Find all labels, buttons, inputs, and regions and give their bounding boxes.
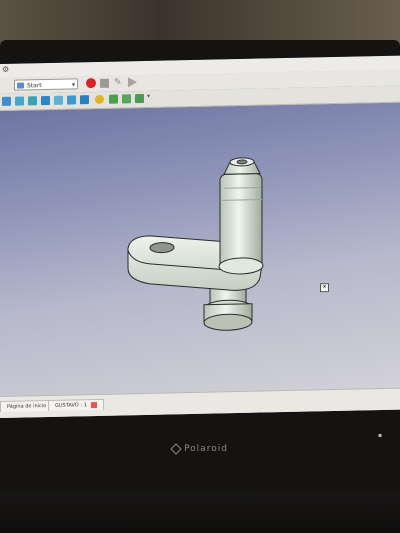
tab-document[interactable]: GUSTAVO : 1 xyxy=(48,398,105,411)
monitor-brand: Polaroid xyxy=(0,442,400,455)
toolbar-overflow-icon[interactable]: ▾ xyxy=(147,93,150,100)
edit-macro-icon[interactable]: ✎ xyxy=(114,77,124,87)
view-bottom-icon[interactable] xyxy=(67,95,76,105)
chevron-down-icon: ▾ xyxy=(71,81,75,89)
desk-surface xyxy=(0,492,400,533)
measure-icon[interactable] xyxy=(95,94,104,105)
record-macro-icon[interactable] xyxy=(86,77,96,89)
brand-logo-icon xyxy=(170,442,182,455)
new-sketch-icon[interactable] xyxy=(109,94,118,104)
open-icon[interactable] xyxy=(122,94,131,104)
monitor-brand-label: Polaroid xyxy=(184,444,228,454)
view-top-icon[interactable] xyxy=(28,96,37,106)
create-part-icon[interactable] xyxy=(135,93,144,104)
view-cube-icon[interactable]: ✕ xyxy=(320,283,329,293)
tab-start-page[interactable]: Página de inicio xyxy=(0,399,54,412)
tab-document-label: GUSTAVO : 1 xyxy=(55,402,87,409)
run-macro-icon[interactable] xyxy=(128,77,137,88)
view-right-icon[interactable] xyxy=(41,95,50,106)
monitor-screen: ⚙ Start ▾ ✎ ▾ ✕ Página de inicio GUSTAVO… xyxy=(0,55,400,419)
view-front-icon[interactable] xyxy=(15,96,24,106)
workbench-selector[interactable]: Start ▾ xyxy=(14,78,78,91)
stop-macro-icon[interactable] xyxy=(100,78,109,88)
view-left-icon[interactable] xyxy=(80,95,89,105)
workbench-label: Start xyxy=(27,82,42,90)
3d-part-model[interactable] xyxy=(110,153,280,347)
app-gear-icon[interactable]: ⚙ xyxy=(2,65,9,74)
tab-start-page-label: Página de inicio xyxy=(7,403,47,410)
view-rear-icon[interactable] xyxy=(54,95,63,105)
power-indicator-icon: ▪ xyxy=(378,432,383,439)
view-isometric-icon[interactable] xyxy=(2,96,11,106)
workbench-icon xyxy=(17,82,24,89)
close-tab-icon[interactable] xyxy=(91,401,98,408)
